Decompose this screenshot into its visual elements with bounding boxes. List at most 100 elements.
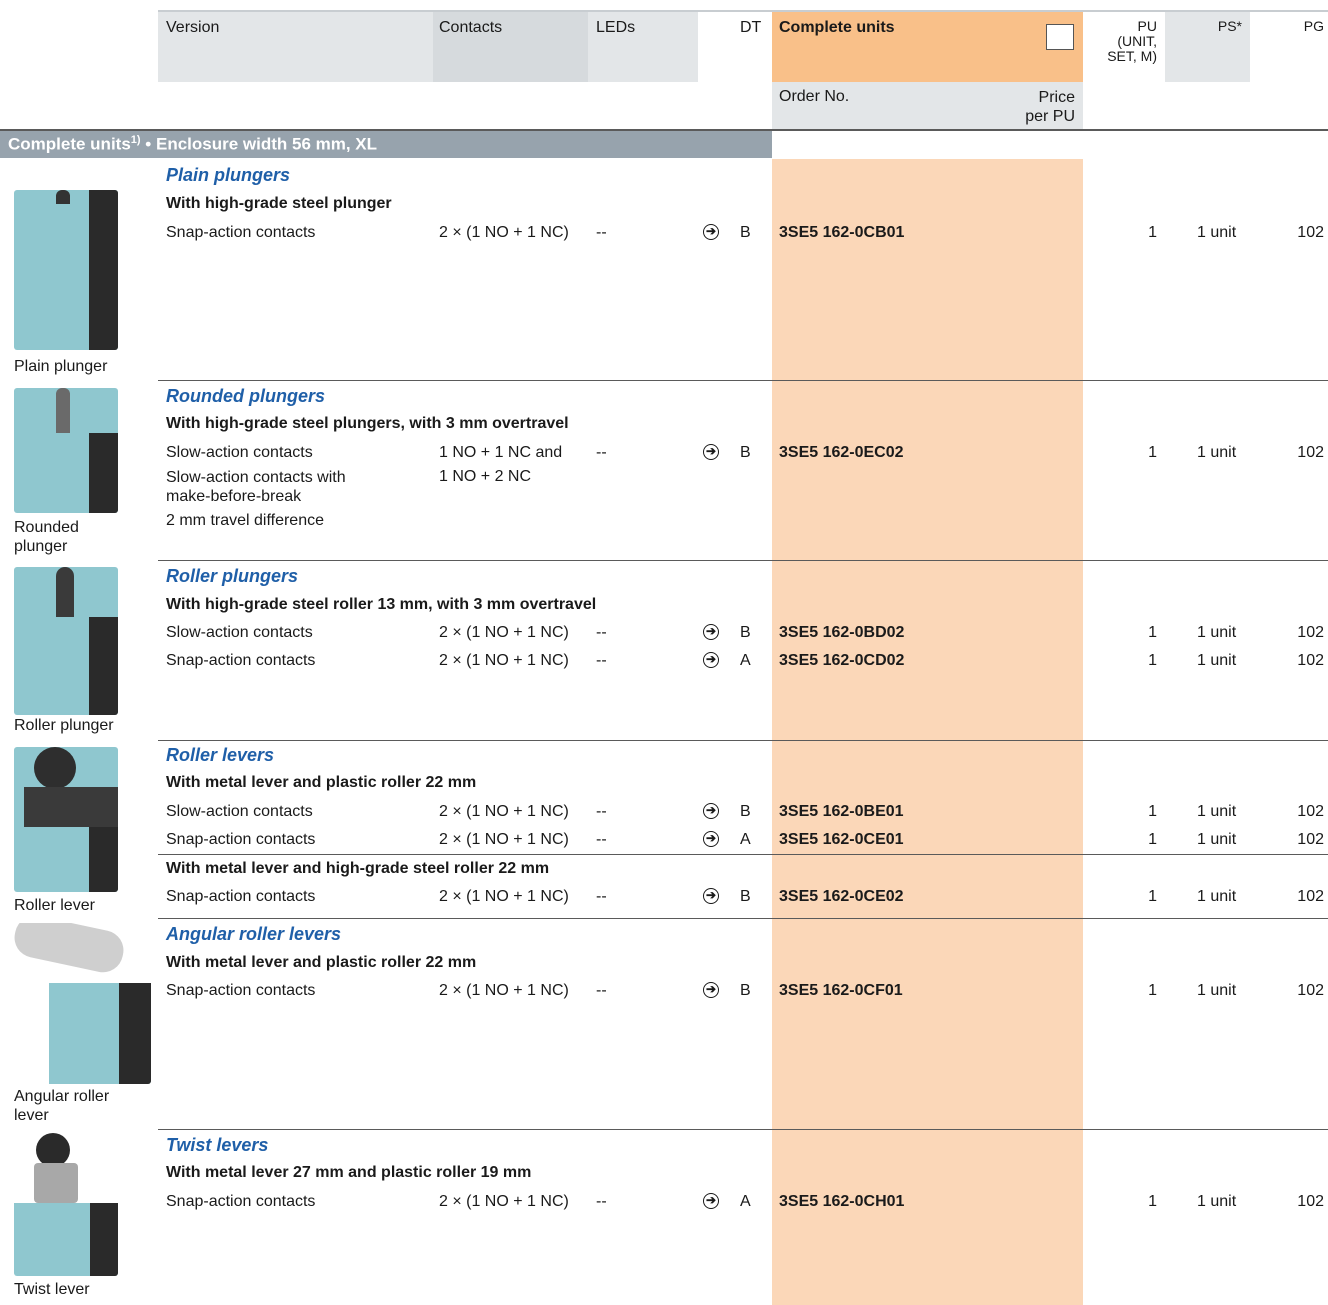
circle-arrow-right-icon: ➔ (703, 831, 719, 847)
angular-roller-lever-caption: Angular roller lever (14, 1087, 109, 1125)
row-pu: 1 (1148, 652, 1157, 669)
row-ps: 1 unit (1197, 803, 1237, 820)
group-title-twist-levers: Twist levers (166, 1135, 269, 1155)
row-version: Snap-action contacts (166, 831, 316, 848)
row-pg: 102 (1297, 831, 1324, 848)
row-order-no[interactable]: 3SE5 162-0CE01 (779, 831, 904, 849)
row-pg: 102 (1297, 652, 1324, 669)
group-divider (158, 740, 1328, 741)
row-order-no[interactable]: 3SE5 162-0EC02 (779, 444, 904, 462)
row-leds: -- (596, 652, 607, 669)
circle-arrow-right-icon: ➔ (703, 803, 719, 819)
roller-lever-caption: Roller lever (14, 897, 95, 914)
row-pu: 1 (1148, 831, 1157, 848)
header-pg: PG (1303, 18, 1324, 34)
row-order-no[interactable]: 3SE5 162-0CE02 (779, 888, 904, 906)
header-dt: DT (740, 19, 762, 36)
group-title-rounded-plungers: Rounded plungers (166, 386, 325, 406)
row-version: Snap-action contacts (166, 224, 316, 241)
row-pg: 102 (1297, 982, 1324, 999)
row-version: Slow-action contacts (166, 444, 313, 461)
row-pu: 1 (1148, 224, 1157, 241)
extra-line: make-before-break (166, 488, 302, 505)
row-dt: B (740, 444, 751, 461)
rounded-plunger-image (14, 388, 118, 513)
extra-contacts: 1 NO + 2 NC (439, 468, 532, 485)
header-pu-line2: (UNIT, (1117, 33, 1157, 49)
row-dt: A (740, 831, 751, 848)
header-top-rule (158, 10, 1328, 12)
row-leds: -- (596, 624, 607, 641)
extra-line: 2 mm travel difference (166, 512, 324, 529)
row-pg: 102 (1297, 624, 1324, 641)
header-complete-units: Complete units (779, 19, 895, 36)
caption-line1: Angular roller (14, 1088, 110, 1105)
row-pg: 102 (1297, 888, 1324, 905)
row-pu: 1 (1148, 982, 1157, 999)
row-dt: B (740, 803, 751, 820)
group-subtitle-2: With metal lever and high-grade steel ro… (166, 860, 550, 877)
row-contacts: 2 × (1 NO + 1 NC) (439, 1193, 569, 1210)
plain-plunger-image (14, 190, 118, 350)
plain-plunger-caption: Plain plunger (14, 358, 108, 375)
header-pu: PU (UNIT, SET, M) (1095, 19, 1157, 64)
caption-line1: Rounded (14, 519, 79, 536)
row-dt: A (740, 652, 751, 669)
row-contacts: 2 × (1 NO + 1 NC) (439, 224, 569, 241)
section-bar-title: Complete units1) • Enclosure width 56 mm… (8, 134, 377, 155)
row-dt: B (740, 888, 751, 905)
row-leds: -- (596, 831, 607, 848)
row-contacts: 2 × (1 NO + 1 NC) (439, 652, 569, 669)
group-subtitle: With high-grade steel roller 13 mm, with… (166, 596, 597, 613)
group-title-roller-levers: Roller levers (166, 745, 275, 765)
row-version: Snap-action contacts (166, 652, 316, 669)
row-ps: 1 unit (1197, 1193, 1237, 1210)
row-ps: 1 unit (1197, 888, 1237, 905)
group-title-angular-roller-levers: Angular roller levers (166, 924, 342, 944)
row-leds: -- (596, 1193, 607, 1210)
row-contacts: 2 × (1 NO + 1 NC) (439, 982, 569, 999)
twist-lever-caption: Twist lever (14, 1281, 90, 1298)
circle-arrow-right-icon: ➔ (703, 444, 719, 460)
row-order-no[interactable]: 3SE5 162-0CB01 (779, 224, 904, 242)
extra-line: Slow-action contacts with (166, 469, 346, 486)
row-order-no[interactable]: 3SE5 162-0CF01 (779, 982, 903, 1000)
row-ps: 1 unit (1197, 624, 1237, 641)
header-price: Price per PU (990, 88, 1075, 126)
order-column-bg (772, 159, 1083, 1305)
row-order-no[interactable]: 3SE5 162-0CD02 (779, 652, 904, 670)
row-ps: 1 unit (1197, 982, 1237, 999)
row-leds: -- (596, 224, 607, 241)
row-pg: 102 (1297, 224, 1324, 241)
row-pu: 1 (1148, 444, 1157, 461)
caption-line2: plunger (14, 538, 68, 555)
group-title-roller-plungers: Roller plungers (166, 566, 299, 586)
row-contacts: 2 × (1 NO + 1 NC) (439, 831, 569, 848)
select-all-checkbox[interactable] (1046, 24, 1074, 50)
row-pu: 1 (1148, 1193, 1157, 1210)
row-order-no[interactable]: 3SE5 162-0BD02 (779, 624, 904, 642)
row-order-no[interactable]: 3SE5 162-0CH01 (779, 1193, 904, 1211)
group-subtitle: With metal lever 27 mm and plastic rolle… (166, 1164, 532, 1181)
row-dt: A (740, 1193, 751, 1210)
row-leds: -- (596, 803, 607, 820)
group-subtitle: With metal lever and plastic roller 22 m… (166, 954, 477, 971)
group-subtitle: With high-grade steel plunger (166, 195, 392, 212)
rounded-plunger-caption: Rounded plunger (14, 518, 79, 556)
circle-arrow-right-icon: ➔ (703, 624, 719, 640)
row-pg: 102 (1297, 803, 1324, 820)
group-divider (158, 918, 1328, 919)
header-version: Version (166, 19, 220, 36)
header-price-line1: Price (1038, 89, 1075, 106)
roller-plunger-image (14, 567, 118, 715)
row-version: Snap-action contacts (166, 1193, 316, 1210)
section-title-sup: 1) (130, 134, 141, 146)
row-contacts: 2 × (1 NO + 1 NC) (439, 624, 569, 641)
row-order-no[interactable]: 3SE5 162-0BE01 (779, 803, 904, 821)
row-version: Snap-action contacts (166, 982, 316, 999)
circle-arrow-right-icon: ➔ (703, 1193, 719, 1209)
row-pu: 1 (1148, 888, 1157, 905)
twist-lever-image (14, 1133, 118, 1276)
roller-plunger-caption: Roller plunger (14, 717, 114, 734)
row-contacts: 2 × (1 NO + 1 NC) (439, 803, 569, 820)
